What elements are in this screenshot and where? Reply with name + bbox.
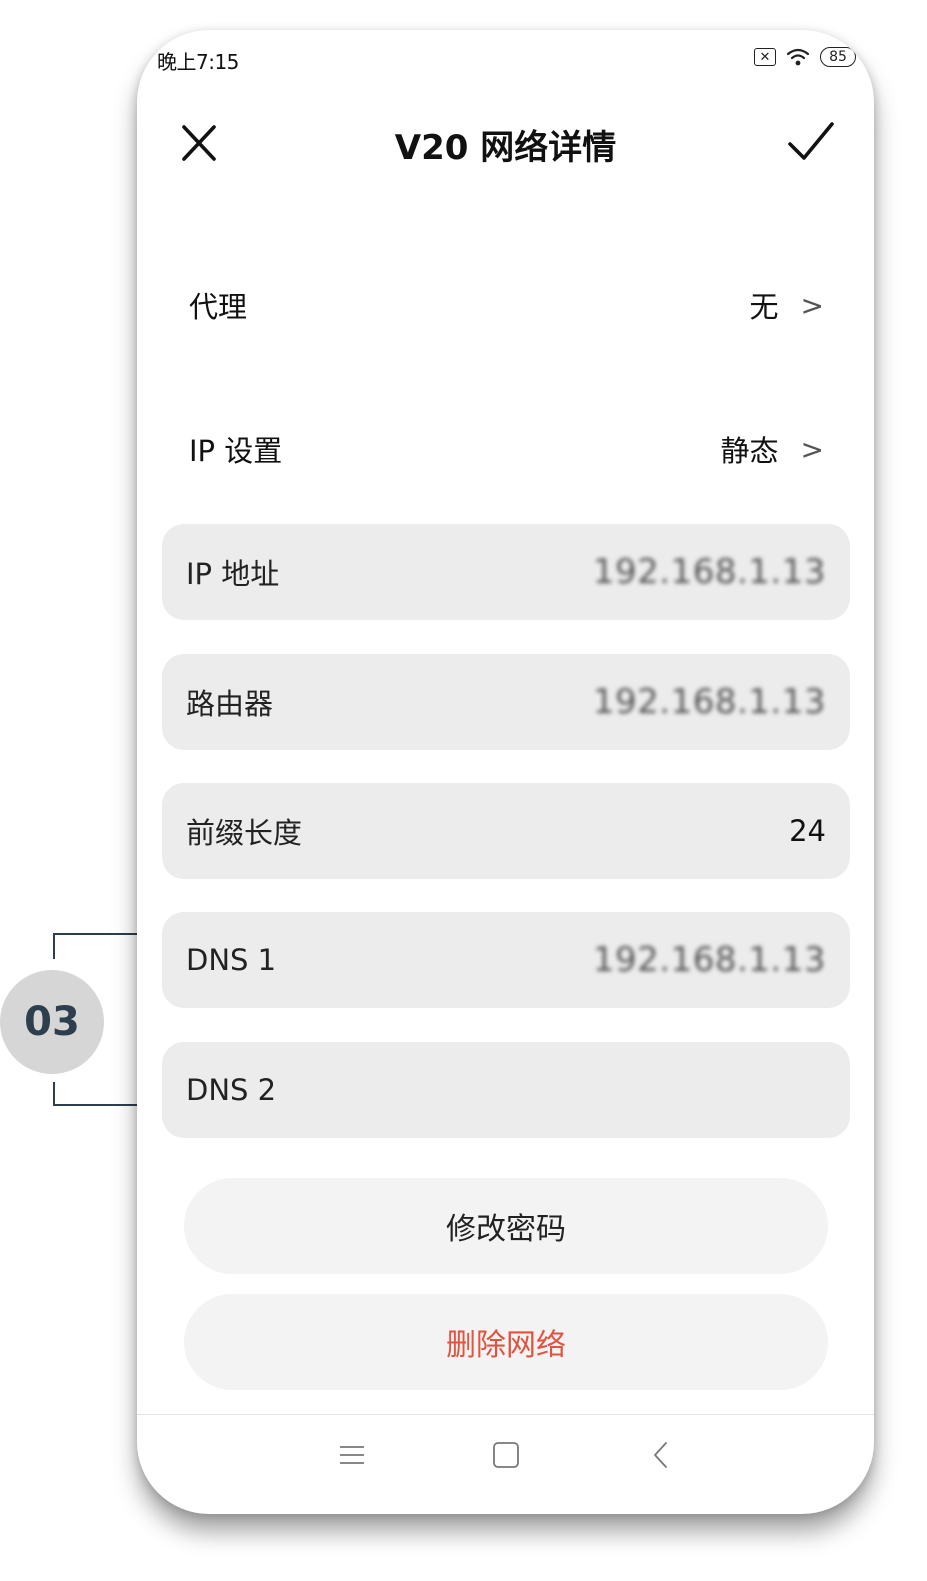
page-title: V20 网络详情 <box>394 128 617 168</box>
status-icons: ✕ 85 <box>754 47 856 67</box>
checkmark-icon[interactable] <box>784 116 838 170</box>
prefix-length-value: 24 <box>789 814 826 848</box>
dns2-label: DNS 2 <box>186 1073 277 1107</box>
menu-icon[interactable] <box>332 1435 372 1475</box>
wifi-icon <box>786 48 810 66</box>
ip-address-label: IP 地址 <box>186 557 280 591</box>
dns1-field[interactable]: DNS 1 192.168.1.13 <box>162 912 850 1008</box>
sim-disabled-icon: ✕ <box>754 48 776 66</box>
proxy-value: 无 <box>749 290 779 324</box>
ip-settings-row[interactable]: IP 设置 静态 > <box>189 419 824 479</box>
title-bar: V20 网络详情 <box>137 110 874 180</box>
home-icon[interactable] <box>486 1435 526 1475</box>
dns2-field[interactable]: DNS 2 <box>162 1042 850 1138</box>
router-label: 路由器 <box>186 687 274 721</box>
ip-address-field[interactable]: IP 地址 192.168.1.13 <box>162 524 850 620</box>
chevron-right-icon: > <box>800 432 824 466</box>
proxy-value-group: 无 > <box>750 284 824 326</box>
annotation-bracket-bottom <box>53 1082 150 1106</box>
router-value: 192.168.1.13 <box>592 682 826 722</box>
dns1-label: DNS 1 <box>186 943 277 977</box>
proxy-label: 代理 <box>189 290 248 324</box>
annotation-badge: 03 <box>0 970 104 1074</box>
battery-icon: 85 <box>820 47 856 67</box>
prefix-length-label: 前缀长度 <box>186 816 303 850</box>
dns1-value: 192.168.1.13 <box>592 940 826 980</box>
status-time: 晚上7:15 <box>157 50 239 74</box>
back-icon[interactable] <box>641 1435 681 1475</box>
ip-settings-label: IP 设置 <box>189 434 283 468</box>
annotation-bracket-top <box>53 933 150 959</box>
change-password-button[interactable]: 修改密码 <box>184 1178 828 1274</box>
proxy-row[interactable]: 代理 无 > <box>189 275 824 335</box>
ip-settings-value: 静态 <box>720 434 779 468</box>
screenshot-stage: 03 晚上7:15 ✕ 85 V20 网络详情 代理 无 > IP 设置 静态 … <box>0 0 927 1581</box>
status-bar: 晚上7:15 ✕ 85 <box>137 30 874 90</box>
phone-screen: 晚上7:15 ✕ 85 V20 网络详情 代理 无 > IP 设置 静态 > I… <box>137 30 874 1514</box>
chevron-right-icon: > <box>800 288 824 322</box>
delete-network-button[interactable]: 删除网络 <box>184 1294 828 1390</box>
ip-address-value: 192.168.1.13 <box>592 552 826 592</box>
router-field[interactable]: 路由器 192.168.1.13 <box>162 654 850 750</box>
prefix-length-field[interactable]: 前缀长度 24 <box>162 783 850 879</box>
ip-settings-value-group: 静态 > <box>721 428 824 470</box>
navigation-bar <box>137 1415 874 1514</box>
